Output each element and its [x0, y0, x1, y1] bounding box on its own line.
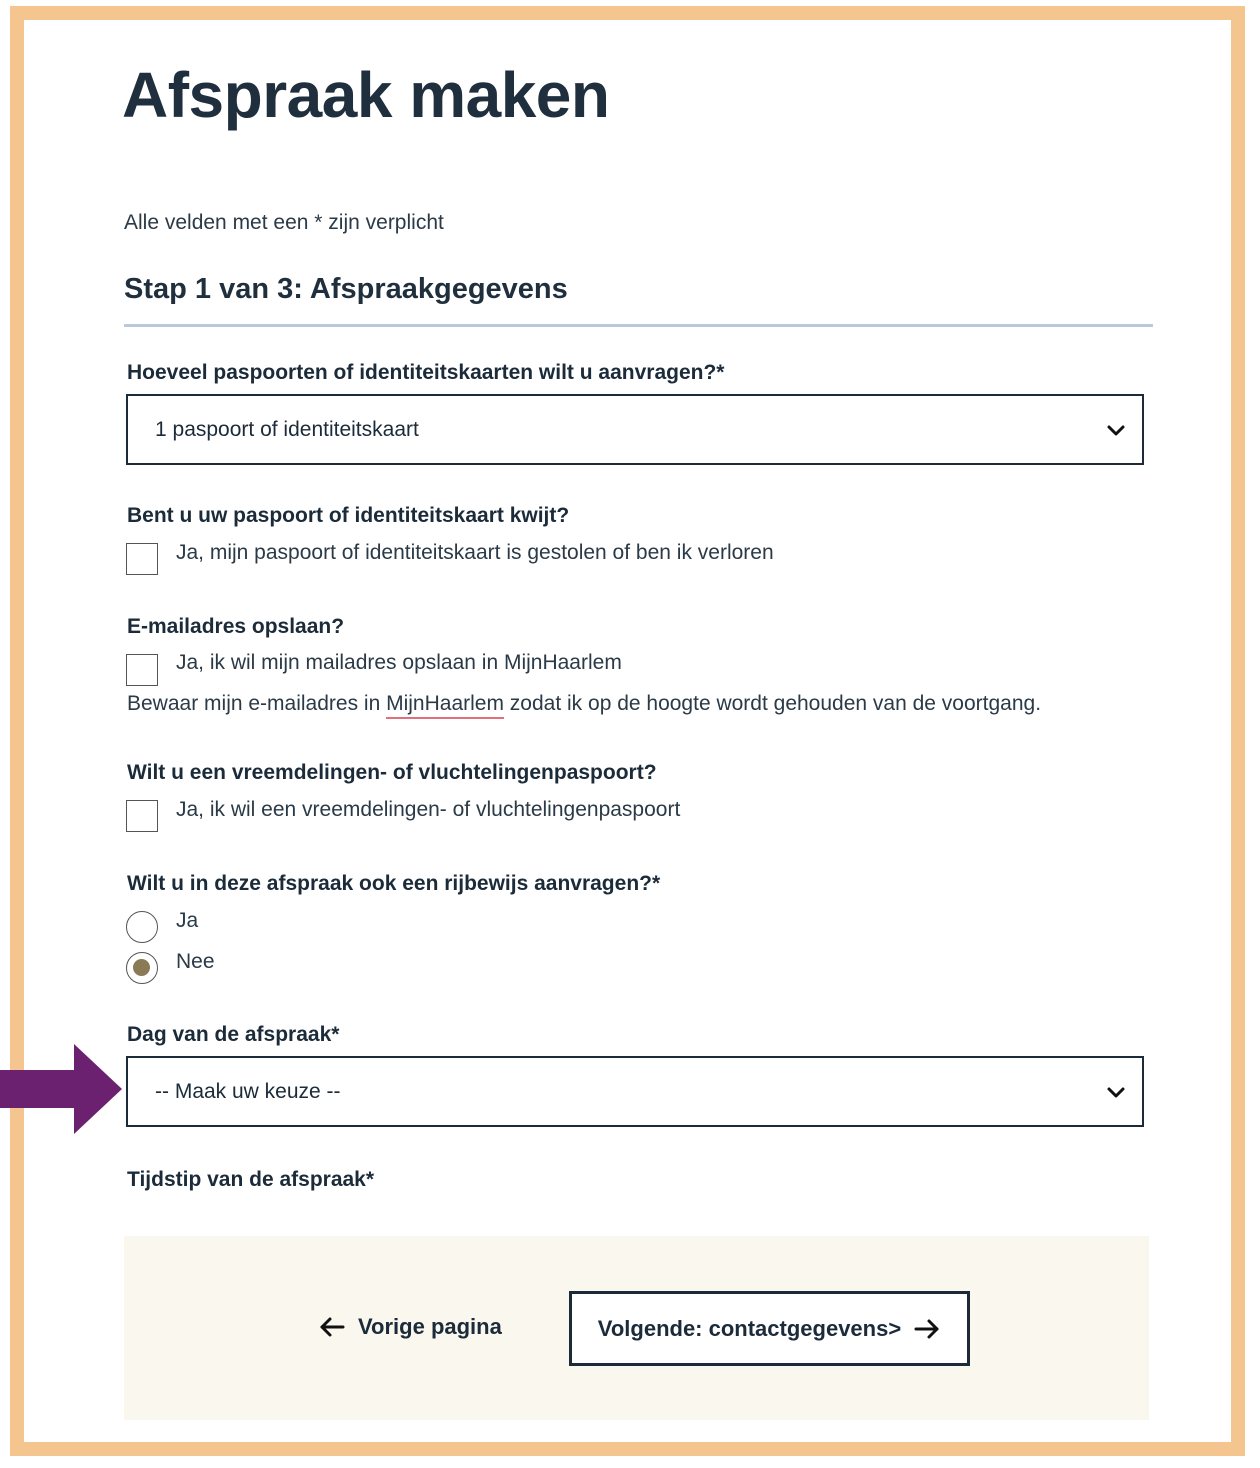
required-fields-note: Alle velden met een * zijn verplicht: [124, 211, 444, 234]
email-help-before: Bewaar mijn e-mailadres in: [127, 692, 387, 715]
page-title: Afspraak maken: [122, 59, 610, 131]
foreign-passport-checkbox[interactable]: [126, 800, 158, 832]
chevron-down-icon: [1107, 1087, 1125, 1098]
quantity-label: Hoeveel paspoorten of identiteitskaarten…: [127, 361, 725, 384]
foreign-passport-question-label: Wilt u een vreemdelingen- of vluchteling…: [127, 761, 657, 784]
email-question-label: E-mailadres opslaan?: [127, 615, 345, 638]
license-option-nee[interactable]: Nee: [176, 950, 215, 974]
step-title: Stap 1 van 3: Afspraakgegevens: [124, 273, 568, 305]
chevron-down-icon: [1107, 425, 1125, 436]
email-help-text: Bewaar mijn e-mailadres in MijnHaarlem z…: [127, 692, 1042, 719]
email-save-checkbox[interactable]: [126, 654, 158, 686]
day-select-value: -- Maak uw keuze --: [155, 1079, 341, 1103]
email-help-after: zodat ik op de hoogte wordt gehouden van…: [503, 692, 1042, 715]
quantity-select-value: 1 paspoort of identiteitskaart: [155, 417, 419, 441]
license-radio-ja[interactable]: [126, 911, 158, 943]
lost-checkbox[interactable]: [126, 543, 158, 575]
next-contact-button[interactable]: Volgende: contactgegevens>: [569, 1291, 970, 1366]
license-question-label: Wilt u in deze afspraak ook een rijbewij…: [127, 872, 661, 895]
arrow-left-icon: [320, 1317, 345, 1337]
lost-option-label[interactable]: Ja, mijn paspoort of identiteitskaart is…: [176, 541, 774, 565]
step-divider: [124, 324, 1153, 327]
license-option-ja[interactable]: Ja: [176, 909, 198, 933]
license-radio-nee[interactable]: [126, 952, 158, 984]
pointer-arrow-icon: [0, 1044, 122, 1134]
next-button-label: Volgende: contactgegevens>: [597, 1315, 902, 1341]
lost-question-label: Bent u uw paspoort of identiteitskaart k…: [127, 504, 570, 527]
arrow-right-icon: [914, 1319, 939, 1338]
mijnhaarlem-link[interactable]: MijnHaarlem: [386, 692, 504, 719]
foreign-passport-option-label[interactable]: Ja, ik wil een vreemdelingen- of vluchte…: [176, 798, 680, 822]
quantity-select[interactable]: 1 paspoort of identiteitskaart: [126, 394, 1144, 465]
day-select[interactable]: -- Maak uw keuze --: [126, 1056, 1144, 1127]
previous-page-button[interactable]: Vorige pagina: [318, 1310, 502, 1344]
day-label: Dag van de afspraak*: [127, 1023, 340, 1046]
previous-page-label: Vorige pagina: [358, 1314, 502, 1339]
email-save-option-label[interactable]: Ja, ik wil mijn mailadres opslaan in Mij…: [176, 651, 622, 675]
time-label: Tijdstip van de afspraak*: [127, 1168, 375, 1191]
